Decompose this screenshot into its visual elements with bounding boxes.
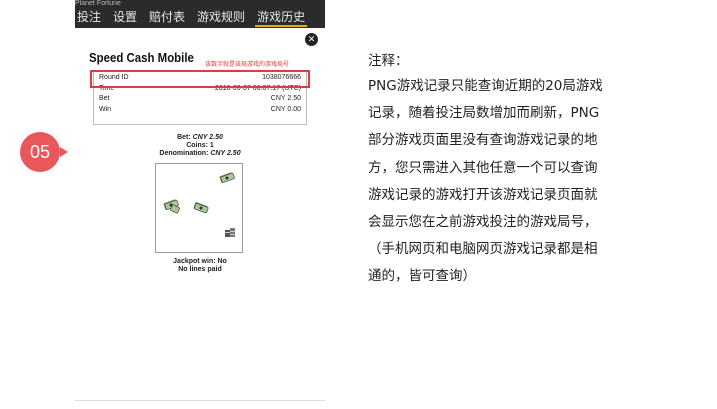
coin-stack-icon bbox=[225, 228, 235, 237]
reel-result-grid bbox=[155, 163, 243, 253]
game-history-screen: Planet Fortune 投注 设置 赔付表 游戏规则 游戏历史 ✕ Spe… bbox=[75, 0, 325, 409]
cash-bundle-icon bbox=[219, 172, 235, 183]
notes-line: 记录，随着投注局数增加而刷新，PNG bbox=[368, 105, 600, 122]
jackpot-status: Jackpot win: No bbox=[173, 258, 227, 265]
bet-label: Bet bbox=[99, 95, 110, 102]
notes-line: 方，您只需进入其他任意一个可以查询 bbox=[368, 159, 598, 176]
tab-game-history[interactable]: 游戏历史 bbox=[255, 9, 308, 27]
notes-line: 游戏记录的游戏打开该游戏记录页面就 bbox=[368, 186, 598, 203]
tab-paytable[interactable]: 赔付表 bbox=[147, 9, 187, 27]
bet-row: Bet CNY 2.50 bbox=[94, 94, 306, 105]
menu-tabs: 投注 设置 赔付表 游戏规则 游戏历史 bbox=[75, 9, 308, 27]
lines-status: No lines paid bbox=[178, 266, 222, 273]
cash-bundle-icon bbox=[170, 204, 180, 214]
round-id-annotation: 该数字就是该局游戏的游戏局号 bbox=[205, 61, 290, 68]
cash-bundle-icon bbox=[193, 202, 209, 213]
notes-line: 会显示您在之前游戏投注的游戏局号， bbox=[368, 214, 598, 231]
win-row: Win CNY 0.00 bbox=[94, 105, 306, 116]
notes-panel: 注释： PNG游戏记录只能查询近期的20局游戏 记录，随着投注局数增加而刷新，P… bbox=[368, 52, 638, 291]
summary-denomination-value: CNY 2.50 bbox=[210, 150, 241, 157]
notes-line: （手机网页和电脑网页游戏记录都是相 bbox=[368, 241, 598, 258]
notes-line: 部分游戏页面里没有查询游戏记录的地 bbox=[368, 132, 598, 149]
game-name: Speed Cash Mobile bbox=[89, 50, 194, 65]
close-icon[interactable]: ✕ bbox=[305, 33, 318, 46]
result-footer: Jackpot win: No No lines paid bbox=[75, 258, 325, 274]
game-menu-bar: Planet Fortune 投注 设置 赔付表 游戏规则 游戏历史 bbox=[75, 0, 325, 28]
round-id-highlight bbox=[90, 70, 310, 88]
win-label: Win bbox=[99, 105, 112, 113]
summary-bet-label: Bet: bbox=[177, 134, 191, 141]
summary-denomination-label: Denomination: bbox=[159, 150, 209, 157]
notes-line: PNG游戏记录只能查询近期的20局游戏 bbox=[368, 78, 603, 94]
bet-summary: Bet: CNY 2.50 Coins: 1 Denomination: CNY… bbox=[75, 134, 325, 158]
tab-game-rules[interactable]: 游戏规则 bbox=[195, 9, 247, 27]
notes-heading: 注释： bbox=[368, 53, 409, 69]
step-number-badge: 05 bbox=[20, 132, 60, 172]
tab-bet[interactable]: 投注 bbox=[75, 9, 103, 27]
summary-bet-value: CNY 2.50 bbox=[192, 134, 223, 141]
tab-settings[interactable]: 设置 bbox=[111, 9, 139, 27]
notes-line: 通的，皆可查询） bbox=[368, 268, 476, 285]
bottom-divider bbox=[75, 400, 325, 401]
step-arrow-icon bbox=[60, 147, 68, 157]
app-title: Planet Fortune bbox=[75, 0, 121, 7]
bet-value: CNY 2.50 bbox=[270, 95, 301, 102]
win-value: CNY 0.00 bbox=[270, 105, 301, 113]
summary-coins: Coins: 1 bbox=[186, 142, 214, 149]
